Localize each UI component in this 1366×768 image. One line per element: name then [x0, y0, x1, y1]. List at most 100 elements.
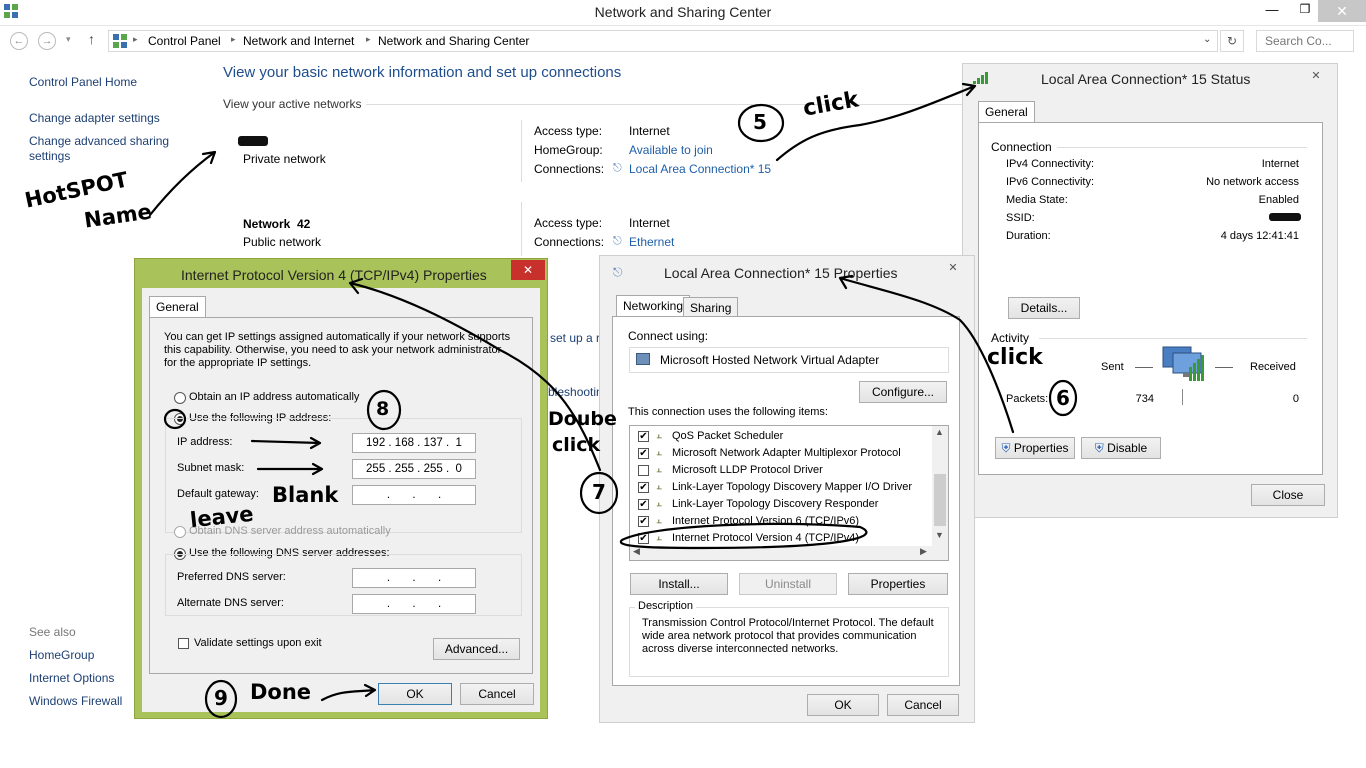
wifi-connection-icon: ⎋ [613, 162, 622, 174]
annotation-blank: Blank [272, 483, 339, 507]
sidebar-item-adapter[interactable]: Change adapter settings [29, 111, 160, 125]
item-checkbox[interactable]: ✔ [638, 533, 649, 544]
tab-general[interactable]: General [149, 296, 206, 318]
breadcrumb-network-internet[interactable]: Network and Internet [243, 34, 354, 48]
ssid-label: SSID: [1006, 212, 1035, 224]
history-dropdown-icon[interactable]: ▾ [66, 34, 71, 45]
status-close-button[interactable]: Close [1251, 484, 1325, 506]
sidebar-item-advanced-sharing[interactable]: Change advanced sharing settings [29, 134, 179, 164]
maximize-icon[interactable]: ❐ [1290, 2, 1320, 22]
forward-icon[interactable]: → [38, 32, 56, 50]
protocol-icon: ⫠ [656, 447, 663, 458]
scroll-down-icon[interactable]: ▼ [935, 530, 944, 540]
address-box[interactable]: ▸ Control Panel ▸ Network and Internet ▸… [108, 30, 1218, 52]
install-button[interactable]: Install... [630, 573, 728, 595]
annotation-name: Name [82, 199, 154, 233]
ipv4-cancel-button[interactable]: Cancel [460, 683, 534, 705]
item-properties-button[interactable]: Properties [848, 573, 948, 595]
connect-using-label: Connect using: [628, 329, 709, 343]
list-item[interactable]: ✔ ⫠ Internet Protocol Version 4 (TCP/IPv4) [630, 530, 930, 547]
configure-button[interactable]: Configure... [859, 381, 947, 403]
tab-sharing[interactable]: Sharing [683, 297, 739, 317]
properties-dialog-title: Local Area Connection* 15 Properties [664, 265, 898, 281]
ipv4-ok-button[interactable]: OK [378, 683, 452, 705]
scroll-up-icon[interactable]: ▲ [935, 427, 944, 437]
list-item[interactable]: ✔ ⫠ Microsoft Network Adapter Multiplexor … [630, 445, 930, 462]
search-input[interactable]: Search Co... [1256, 30, 1354, 52]
properties-cancel-button[interactable]: Cancel [887, 694, 959, 716]
local-area-connection-link[interactable]: Local Area Connection* 15 [629, 162, 771, 176]
item-checkbox[interactable]: ✔ [638, 448, 649, 459]
ssid-redacted [1269, 213, 1301, 221]
scroll-thumb[interactable] [934, 474, 946, 526]
scroll-right-icon[interactable]: ▶ [920, 546, 927, 557]
breadcrumb-control-panel[interactable]: Control Panel [148, 34, 221, 48]
intro-line: for the appropriate IP settings. [164, 357, 312, 369]
obtain-ip-label: Obtain an IP address automatically [189, 391, 360, 403]
annotation-step7: 7 [592, 480, 606, 504]
item-checkbox[interactable]: ✔ [638, 499, 649, 510]
scroll-left-icon[interactable]: ◀ [633, 546, 640, 557]
obtain-dns-radio[interactable] [174, 526, 186, 538]
close-icon[interactable]: ✕ [942, 260, 964, 276]
close-icon[interactable]: ✕ [1305, 68, 1327, 84]
divider [1215, 367, 1233, 368]
preferred-dns-field[interactable]: . . . [352, 568, 476, 588]
validate-checkbox[interactable] [178, 638, 189, 649]
received-label: Received [1250, 361, 1296, 373]
gateway-field[interactable]: . . . [352, 485, 476, 505]
item-checkbox[interactable] [638, 465, 649, 476]
item-label: QoS Packet Scheduler [672, 430, 784, 442]
troubleshoot-link[interactable]: bleshootin [548, 385, 603, 399]
uninstall-button[interactable]: Uninstall [739, 573, 837, 595]
tab-general[interactable]: General [978, 101, 1035, 123]
connection-group-label: Connection [991, 140, 1052, 154]
protocol-icon: ⫠ [656, 430, 663, 441]
item-checkbox[interactable]: ✔ [638, 431, 649, 442]
sidebar-control-panel-home[interactable]: Control Panel Home [29, 75, 137, 89]
intro-line: this capability. Otherwise, you need to … [164, 344, 502, 356]
see-also-firewall[interactable]: Windows Firewall [29, 694, 122, 708]
see-also-homegroup[interactable]: HomeGroup [29, 648, 94, 662]
annotation-click6: click [987, 345, 1043, 370]
item-checkbox[interactable]: ✔ [638, 516, 649, 527]
properties-ok-button[interactable]: OK [807, 694, 879, 716]
disable-button[interactable]: ⛨ Disable [1081, 437, 1161, 459]
alternate-dns-field[interactable]: . . . [352, 594, 476, 614]
close-icon[interactable]: ✕ [511, 260, 545, 280]
breadcrumb-sharing-center[interactable]: Network and Sharing Center [378, 34, 529, 48]
ipv6-value: No network access [1206, 176, 1299, 188]
disable-label: Disable [1107, 441, 1148, 455]
status-properties-button[interactable]: ⛨ Properties [995, 437, 1075, 459]
ip-address-field[interactable]: 192 . 168 . 137 . 1 [352, 433, 476, 453]
back-icon[interactable]: ← [10, 32, 28, 50]
list-item[interactable]: ✔ ⫠ Link-Layer Topology Discovery Responde… [630, 496, 930, 513]
status-signal-icon [973, 72, 989, 87]
duration-value: 4 days 12:41:41 [1220, 230, 1299, 242]
list-hscrollbar[interactable]: ◀ ▶ [630, 546, 948, 560]
details-button[interactable]: Details... [1008, 297, 1080, 319]
close-icon[interactable]: ✕ [1318, 0, 1366, 22]
homegroup-link[interactable]: Available to join [629, 143, 713, 157]
obtain-ip-radio[interactable] [174, 392, 186, 404]
ethernet-link[interactable]: Ethernet [629, 235, 674, 249]
list-item[interactable]: ✔ ⫠ Link-Layer Topology Discovery Mapper I… [630, 479, 930, 496]
status-panel: Connection IPv4 Connectivity: Internet I… [978, 122, 1323, 475]
list-item[interactable]: ⫠ Microsoft LLDP Protocol Driver [630, 462, 930, 479]
tab-networking[interactable]: Networking [616, 295, 691, 317]
refresh-icon[interactable]: ↻ [1220, 30, 1244, 52]
address-dropdown-icon[interactable]: ⌄ [1203, 34, 1211, 45]
annotation-step6: 6 [1056, 386, 1070, 410]
set-up-connection-link[interactable]: set up a r [550, 331, 600, 345]
up-icon[interactable]: ↑ [88, 31, 95, 47]
subnet-mask-field[interactable]: 255 . 255 . 255 . 0 [352, 459, 476, 479]
minimize-icon[interactable]: — [1257, 2, 1287, 22]
ipv4-label: IPv4 Connectivity: [1006, 158, 1095, 170]
list-item[interactable]: ✔ ⫠ QoS Packet Scheduler [630, 428, 930, 445]
see-also-internet-options[interactable]: Internet Options [29, 671, 114, 685]
list-scrollbar[interactable]: ▲ ▼ [932, 426, 948, 546]
advanced-button[interactable]: Advanced... [433, 638, 520, 660]
item-checkbox[interactable]: ✔ [638, 482, 649, 493]
list-item[interactable]: ✔ ⫠ Internet Protocol Version 6 (TCP/IPv6) [630, 513, 930, 530]
window-title: Network and Sharing Center [594, 4, 772, 20]
